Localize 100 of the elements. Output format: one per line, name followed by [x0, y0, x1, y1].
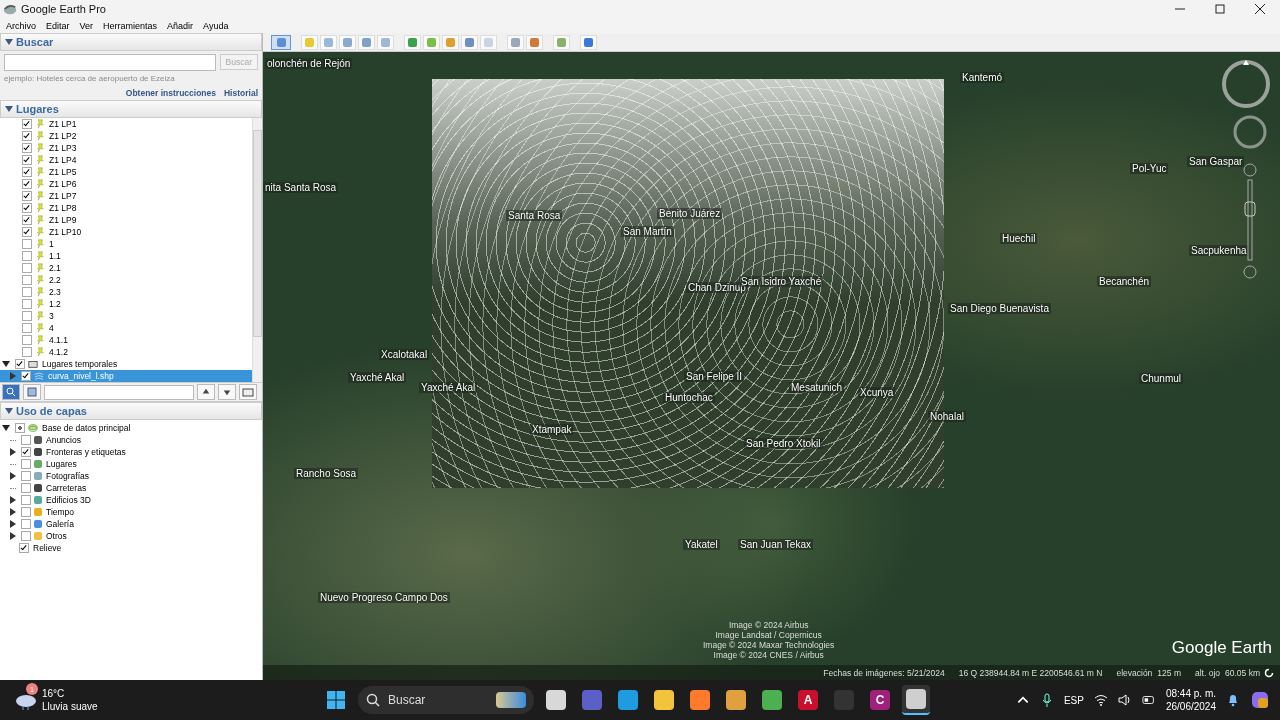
- checkbox[interactable]: [22, 203, 32, 213]
- menu-item[interactable]: Herramientas: [103, 20, 158, 31]
- place-label: Sacpukenha: [1189, 245, 1249, 256]
- layer-item[interactable]: Galería: [45, 519, 75, 529]
- checkbox[interactable]: [19, 543, 29, 553]
- checkbox[interactable]: [22, 311, 32, 321]
- place-item[interactable]: Z1 LP6: [48, 179, 78, 189]
- checkbox[interactable]: [22, 251, 32, 261]
- checkbox[interactable]: [21, 507, 31, 517]
- checkbox[interactable]: [22, 323, 32, 333]
- checkbox[interactable]: [22, 227, 32, 237]
- wifi-icon[interactable]: [1093, 693, 1108, 707]
- place-item[interactable]: 3: [48, 311, 55, 321]
- place-item[interactable]: 2.2: [48, 275, 62, 285]
- checkbox[interactable]: [21, 435, 31, 445]
- checkbox[interactable]: [21, 447, 31, 457]
- menu-item[interactable]: Ayuda: [203, 20, 229, 31]
- checkbox[interactable]: [21, 519, 31, 529]
- layer-item[interactable]: Carreteras: [45, 483, 88, 493]
- panel-header[interactable]: Buscar: [0, 33, 262, 51]
- checkbox[interactable]: [22, 347, 32, 357]
- checkbox[interactable]: [22, 179, 32, 189]
- battery-icon[interactable]: [1141, 693, 1156, 707]
- checkbox[interactable]: [22, 263, 32, 273]
- scrollbar[interactable]: [252, 118, 262, 382]
- menu-item[interactable]: Editar: [46, 20, 70, 31]
- layer-item[interactable]: Anuncios: [45, 435, 82, 445]
- search-toggle-button[interactable]: [2, 384, 20, 400]
- checkbox[interactable]: [22, 155, 32, 165]
- satellite-map[interactable]: [263, 52, 1280, 680]
- place-item[interactable]: Z1 LP5: [48, 167, 78, 177]
- search-field[interactable]: [4, 54, 216, 71]
- place-item[interactable]: 1.1: [48, 251, 62, 261]
- layer-item[interactable]: Tiempo: [45, 507, 76, 517]
- checkbox[interactable]: [15, 423, 25, 433]
- checkbox[interactable]: [21, 371, 31, 381]
- checkbox[interactable]: [21, 495, 31, 505]
- checkbox[interactable]: [22, 143, 32, 153]
- checkbox[interactable]: [21, 459, 31, 469]
- place-item[interactable]: 1: [48, 239, 55, 249]
- menu-item[interactable]: Ver: [79, 20, 94, 31]
- checkbox[interactable]: [22, 239, 32, 249]
- checkbox[interactable]: [22, 191, 32, 201]
- checkbox[interactable]: [21, 471, 31, 481]
- place-item[interactable]: Z1 LP8: [48, 203, 78, 213]
- bell-icon[interactable]: [1226, 693, 1240, 707]
- filter-field[interactable]: [44, 384, 194, 400]
- checkbox[interactable]: [21, 483, 31, 493]
- layer-item[interactable]: Edificios 3D: [45, 495, 92, 505]
- place-item[interactable]: 2.1: [48, 263, 62, 273]
- link[interactable]: Historial: [224, 88, 258, 98]
- panel-header[interactable]: Uso de capas: [0, 402, 262, 420]
- clock[interactable]: 08:44 p. m. 26/06/2024: [1165, 687, 1216, 713]
- place-item[interactable]: Z1 LP2: [48, 131, 78, 141]
- layer-item[interactable]: Lugares: [45, 459, 78, 469]
- taskbar-app-icon[interactable]: [902, 685, 930, 715]
- checkbox[interactable]: [15, 359, 25, 369]
- menu-item[interactable]: Archivo: [6, 20, 36, 31]
- start-button[interactable]: [326, 690, 346, 710]
- place-item[interactable]: 2.3: [48, 287, 62, 297]
- checkbox[interactable]: [22, 335, 32, 345]
- place-item[interactable]: Z1 LP7: [48, 191, 78, 201]
- maximize-icon[interactable]: [1215, 4, 1225, 14]
- place-item[interactable]: 4: [48, 323, 55, 333]
- close-icon[interactable]: [1255, 4, 1265, 14]
- place-item[interactable]: 1.2: [48, 299, 62, 309]
- copilot-icon[interactable]: [1250, 690, 1270, 710]
- navigation-compass-icon[interactable]: [1220, 58, 1272, 110]
- link[interactable]: Obtener instrucciones: [125, 88, 216, 98]
- place-item[interactable]: Z1 LP3: [48, 143, 78, 153]
- checkbox[interactable]: [22, 131, 32, 141]
- layer-item[interactable]: Base de datos principal: [41, 423, 132, 433]
- move-down-button[interactable]: [218, 384, 236, 400]
- checkbox[interactable]: [22, 167, 32, 177]
- language-indicator[interactable]: ESP: [1063, 694, 1084, 706]
- checkbox[interactable]: [22, 119, 32, 129]
- checkbox[interactable]: [22, 215, 32, 225]
- look-joystick-icon[interactable]: [1232, 114, 1268, 150]
- place-item[interactable]: 4.1.1: [48, 335, 69, 345]
- toolbar-button[interactable]: [271, 34, 291, 50]
- place-item[interactable]: Z1 LP10: [48, 227, 83, 237]
- layer-item[interactable]: Relieve: [32, 543, 63, 553]
- checkbox[interactable]: [22, 275, 32, 285]
- checkbox[interactable]: [22, 287, 32, 297]
- layer-item[interactable]: Fotografías: [45, 471, 90, 481]
- move-up-button[interactable]: [197, 384, 215, 400]
- menu-item[interactable]: Añadir: [167, 20, 194, 31]
- place-item[interactable]: Z1 LP9: [48, 215, 78, 225]
- place-item[interactable]: 4.1.2: [48, 347, 69, 357]
- panel-toggle-button[interactable]: [23, 384, 41, 400]
- layer-item[interactable]: Fronteras y etiquetas: [45, 447, 127, 457]
- checkbox[interactable]: [21, 531, 31, 541]
- taskbar-search-field[interactable]: Buscar: [358, 686, 534, 714]
- speaker-icon[interactable]: [1117, 693, 1132, 707]
- layer-item[interactable]: Otros: [45, 531, 68, 541]
- folder-item[interactable]: Lugares temporales: [41, 359, 119, 369]
- place-item[interactable]: Z1 LP4: [48, 155, 78, 165]
- panel-header[interactable]: Lugares: [0, 100, 262, 118]
- checkbox[interactable]: [22, 299, 32, 309]
- place-item[interactable]: Z1 LP1: [48, 119, 78, 129]
